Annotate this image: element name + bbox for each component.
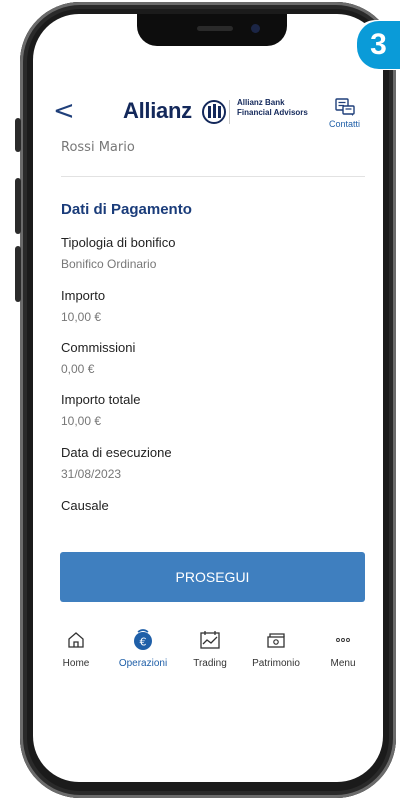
fees-label: Commissioni	[61, 340, 136, 355]
tab-trading-label: Trading	[193, 658, 227, 669]
camera	[251, 24, 260, 33]
amount-value: 10,00 €	[61, 310, 102, 324]
step-badge: 3	[357, 21, 400, 69]
home-icon	[68, 632, 84, 648]
chat-icon[interactable]	[335, 98, 355, 116]
euro-icon: €	[134, 629, 152, 650]
more-icon	[336, 638, 350, 642]
volume-down-button	[15, 246, 21, 302]
fees-value: 0,00 €	[61, 362, 95, 376]
contacts-label[interactable]: Contatti	[329, 119, 360, 129]
allianz-logo-text: Allianz	[123, 98, 192, 123]
brand-line-2: Financial Advisors	[237, 108, 308, 117]
notch	[137, 14, 287, 46]
allianz-logo-icon	[202, 100, 226, 124]
tab-home-label: Home	[62, 658, 90, 669]
back-button[interactable]: <	[53, 98, 75, 124]
tab-patrimonio[interactable]: Patrimonio	[244, 628, 308, 669]
section-title: Dati di Pagamento	[61, 201, 192, 218]
execution-date-value: 31/08/2023	[61, 467, 122, 481]
speaker	[197, 26, 233, 31]
transfer-type-value: Bonifico Ordinario	[61, 257, 157, 271]
logo-divider	[229, 100, 230, 124]
tab-home[interactable]: Home	[44, 628, 108, 669]
transfer-type-label: Tipologia di bonifico	[61, 235, 176, 250]
volume-up-button	[15, 178, 21, 234]
tab-trading[interactable]: Trading	[178, 628, 242, 669]
tab-menu-label: Menu	[330, 658, 356, 669]
execution-date-label: Data di esecuzione	[61, 445, 172, 460]
tab-operazioni[interactable]: € Operazioni	[111, 628, 175, 669]
total-amount-value: 10,00 €	[61, 414, 102, 428]
tab-patrimonio-label: Patrimonio	[252, 658, 300, 669]
divider	[61, 176, 365, 177]
brand-line-1: Allianz Bank	[237, 98, 285, 107]
payee-name: Rossi Mario	[61, 140, 135, 155]
phone-screen: < Allianz Allianz Bank Financial Advisor…	[33, 14, 383, 782]
wallet-icon	[267, 633, 285, 648]
mute-switch	[15, 118, 21, 152]
chart-icon	[200, 631, 220, 649]
tab-menu[interactable]: Menu	[311, 628, 375, 669]
amount-label: Importo	[61, 288, 106, 303]
reason-label: Causale	[61, 498, 109, 513]
total-amount-label: Importo totale	[61, 392, 141, 407]
proceed-button[interactable]: PROSEGUI	[60, 552, 365, 602]
svg-text:€: €	[140, 636, 147, 649]
app-header: < Allianz Allianz Bank Financial Advisor…	[33, 92, 383, 142]
tab-operazioni-label: Operazioni	[118, 658, 168, 669]
